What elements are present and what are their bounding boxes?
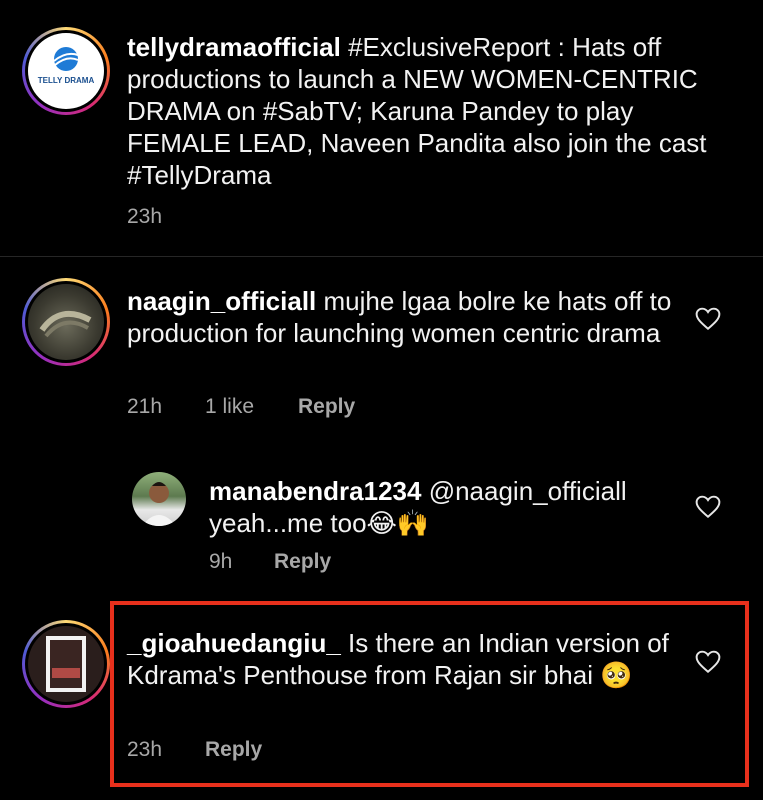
reply-avatar[interactable] — [132, 472, 186, 526]
comment-likes[interactable]: 1 like — [205, 395, 298, 419]
reply-time: 9h — [209, 550, 233, 573]
post-meta: 23h — [127, 205, 162, 229]
snake-icon — [39, 310, 92, 338]
reply-button[interactable]: Reply — [274, 550, 331, 574]
post-avatar[interactable]: TELLY DRAMA — [22, 27, 110, 115]
reply-username[interactable]: manabendra1234 — [209, 476, 421, 506]
reply-text: manabendra1234 @naagin_officiall yeah...… — [209, 475, 669, 539]
comment-avatar[interactable] — [22, 278, 110, 366]
divider — [0, 256, 763, 257]
comment-username[interactable]: naagin_officiall — [127, 286, 316, 316]
post-time: 23h — [127, 205, 163, 228]
post-username[interactable]: tellydramaofficial — [127, 32, 341, 62]
comment-meta: 21h 1 like Reply — [127, 395, 355, 419]
reply-emoji: 😂🙌 — [366, 508, 430, 538]
reply-meta: 9h Reply — [209, 550, 331, 574]
comment-text: naagin_officiall mujhe lgaa bolre ke hat… — [127, 285, 672, 349]
comment-avatar[interactable] — [22, 620, 110, 708]
photo-icon — [46, 636, 86, 692]
telly-drama-logo-icon: TELLY DRAMA — [38, 47, 95, 85]
reply-button[interactable]: Reply — [298, 395, 355, 419]
post-caption: tellydramaofficial #ExclusiveReport : Ha… — [127, 31, 727, 191]
svg-text:TELLY DRAMA: TELLY DRAMA — [38, 76, 95, 85]
person-icon — [142, 482, 176, 526]
highlight-box — [110, 601, 749, 787]
comment-time: 21h — [127, 395, 163, 418]
like-heart-icon[interactable] — [695, 307, 721, 331]
like-heart-icon[interactable] — [695, 495, 721, 519]
